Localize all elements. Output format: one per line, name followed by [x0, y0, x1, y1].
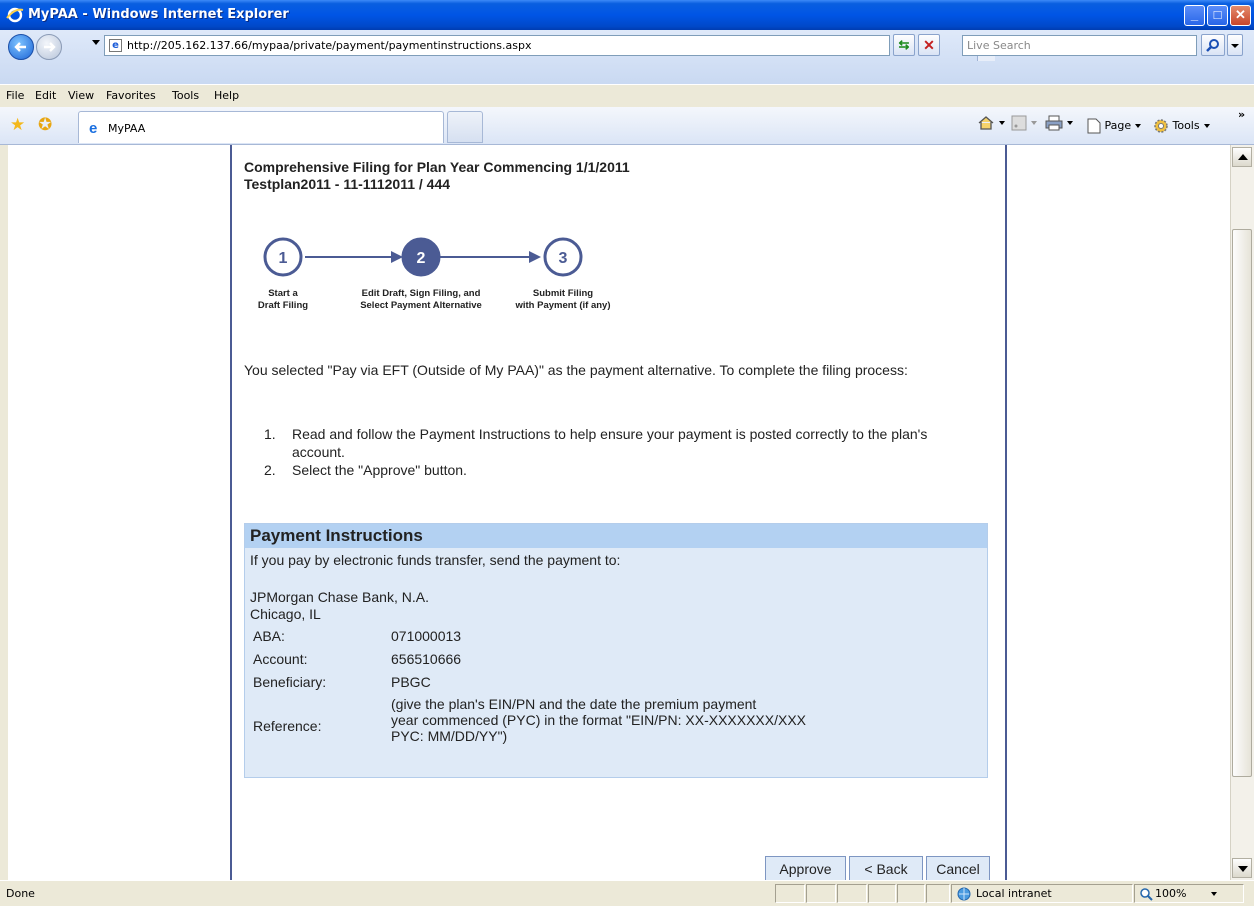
- window-titlebar: MyPAA - Windows Internet Explorer _ □ ✕: [0, 0, 1254, 30]
- gear-icon: [1154, 119, 1168, 133]
- scroll-thumb[interactable]: [1232, 229, 1252, 777]
- step-3-label: Submit Filing with Payment (if any): [515, 288, 611, 311]
- print-button[interactable]: [1045, 115, 1073, 131]
- page-menu-label: Page: [1104, 119, 1132, 132]
- payment-instructions-title: Payment Instructions: [245, 524, 987, 548]
- tab-label: MyPAA: [108, 122, 146, 135]
- status-pane: [897, 884, 925, 903]
- tab-mypaa[interactable]: e MyPAA: [78, 111, 444, 143]
- menu-edit[interactable]: Edit: [35, 89, 56, 102]
- search-options-button[interactable]: [1227, 34, 1243, 56]
- menu-view[interactable]: View: [68, 89, 94, 102]
- step-diagram: 1 2 3: [263, 237, 583, 277]
- forward-button[interactable]: [36, 34, 62, 60]
- page-viewport: Comprehensive Filing for Plan Year Comme…: [8, 145, 1230, 880]
- list-item: 1. Read and follow the Payment Instructi…: [264, 426, 928, 460]
- list-item: 2. Select the "Approve" button.: [264, 462, 467, 478]
- search-input[interactable]: Live Search: [962, 35, 1197, 56]
- beneficiary-value: PBGC: [391, 674, 431, 690]
- status-pane: [806, 884, 836, 903]
- chevron-more-icon[interactable]: »: [1238, 108, 1245, 121]
- tab-bar: ★ ✪ e MyPAA Page Tools »: [0, 107, 1254, 145]
- feeds-button[interactable]: [1011, 115, 1037, 131]
- status-pane: [837, 884, 867, 903]
- search-button[interactable]: [1201, 34, 1225, 56]
- step-1-label: Start a Draft Filing: [257, 288, 309, 311]
- home-button[interactable]: [977, 115, 1005, 131]
- account-label: Account:: [253, 651, 308, 667]
- page-menu-button[interactable]: Page: [1087, 118, 1142, 134]
- tools-menu-label: Tools: [1172, 119, 1200, 132]
- step-3-number: 3: [559, 250, 568, 267]
- bank-name: JPMorgan Chase Bank, N.A.: [250, 589, 429, 605]
- new-tab-button[interactable]: [447, 111, 483, 143]
- scroll-down-button[interactable]: [1232, 858, 1252, 878]
- menu-bar: File Edit View Favorites Tools Help: [0, 84, 1254, 108]
- cancel-button[interactable]: Cancel: [926, 856, 990, 880]
- page-icon: e: [109, 39, 122, 52]
- page-icon: [1087, 118, 1101, 134]
- security-zone-label: Local intranet: [976, 887, 1052, 900]
- reference-label: Reference:: [253, 718, 322, 734]
- status-pane: [926, 884, 950, 903]
- intro-text: You selected "Pay via EFT (Outside of My…: [244, 362, 908, 378]
- zoom-level: 100%: [1155, 887, 1187, 900]
- security-zone[interactable]: Local intranet: [951, 884, 1133, 903]
- aba-label: ABA:: [253, 628, 285, 644]
- back-arrow-icon: [14, 42, 26, 52]
- add-favorites-icon[interactable]: ✪: [38, 115, 52, 135]
- close-button[interactable]: ✕: [1230, 5, 1251, 26]
- forward-arrow-icon: [44, 42, 56, 52]
- step-2-number: 2: [417, 250, 426, 267]
- print-icon: [1045, 115, 1063, 131]
- maximize-button[interactable]: □: [1207, 5, 1228, 26]
- aba-value: 071000013: [391, 628, 462, 644]
- vertical-scrollbar[interactable]: [1230, 145, 1254, 880]
- status-text: Done: [6, 887, 35, 900]
- recent-pages-dropdown[interactable]: [92, 40, 100, 45]
- menu-favorites[interactable]: Favorites: [106, 89, 156, 102]
- status-bar: Done Local intranet 100%: [0, 880, 1254, 906]
- back-button-page[interactable]: < Back: [849, 856, 923, 880]
- minimize-button[interactable]: _: [1184, 5, 1205, 26]
- window-title: MyPAA - Windows Internet Explorer: [28, 7, 289, 22]
- account-value: 656510666: [391, 651, 462, 667]
- step-1-number: 1: [279, 250, 288, 267]
- address-url: http://205.162.137.66/mypaa/private/paym…: [127, 39, 532, 52]
- menu-file[interactable]: File: [6, 89, 24, 102]
- step-2-label: Edit Draft, Sign Filing, and Select Paym…: [360, 288, 482, 311]
- bank-city: Chicago, IL: [250, 606, 321, 622]
- menu-help[interactable]: Help: [214, 89, 239, 102]
- chevron-down-icon: [1211, 892, 1217, 896]
- back-button[interactable]: [8, 34, 34, 60]
- refresh-button[interactable]: ⇆: [893, 34, 915, 56]
- tools-menu-button[interactable]: Tools: [1153, 118, 1210, 134]
- payment-instructions-panel: Payment Instructions If you pay by elect…: [244, 523, 988, 778]
- menu-tools[interactable]: Tools: [172, 89, 199, 102]
- approve-button[interactable]: Approve: [765, 856, 846, 880]
- ie-page-icon: e: [89, 120, 98, 137]
- search-icon: [1206, 39, 1219, 52]
- scroll-up-button[interactable]: [1232, 147, 1252, 167]
- home-icon: [978, 116, 994, 130]
- ie-logo-icon: [6, 7, 24, 23]
- feeds-icon: [1011, 115, 1027, 131]
- zoom-control[interactable]: 100%: [1134, 884, 1244, 903]
- instruction-list: 1. Read and follow the Payment Instructi…: [264, 425, 984, 479]
- navigation-bar: e http://205.162.137.66/mypaa/private/pa…: [0, 30, 1254, 84]
- status-pane: [868, 884, 896, 903]
- stop-button[interactable]: ✕: [918, 34, 940, 56]
- status-pane: [775, 884, 805, 903]
- beneficiary-label: Beneficiary:: [253, 674, 327, 690]
- globe-icon: [957, 887, 971, 901]
- zoom-icon: [1140, 888, 1153, 901]
- payment-intro: If you pay by electronic funds transfer,…: [250, 552, 621, 568]
- reference-value: (give the plan's EIN/PN and the date the…: [391, 696, 807, 744]
- favorites-center-icon[interactable]: ★: [10, 115, 25, 135]
- address-bar[interactable]: e http://205.162.137.66/mypaa/private/pa…: [104, 35, 995, 61]
